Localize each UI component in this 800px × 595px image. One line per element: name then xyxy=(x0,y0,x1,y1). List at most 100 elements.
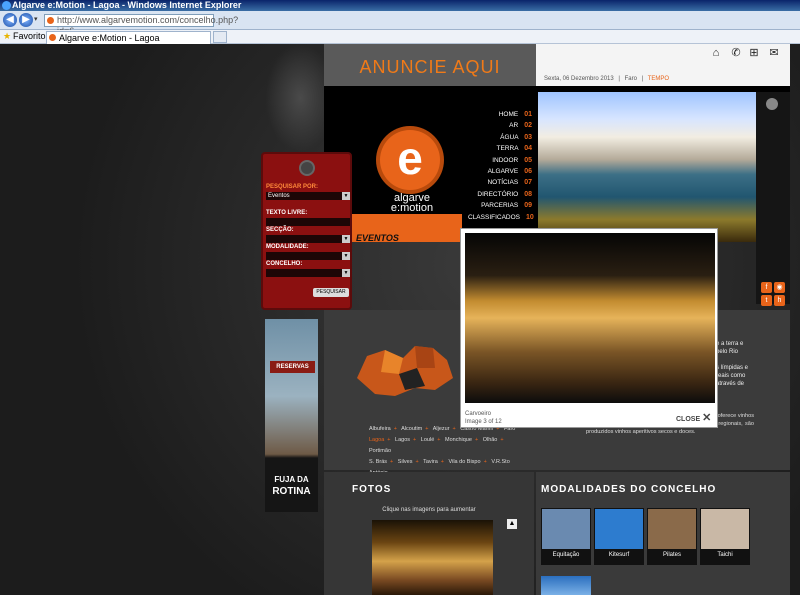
modality-image xyxy=(648,509,696,549)
modality-image xyxy=(701,509,749,549)
modality-card[interactable]: Kitesurf xyxy=(594,508,644,565)
main-menu: HOME 01 AR 02 ÁGUA 03 TERRA 04 INDOOR 05… xyxy=(468,109,534,223)
modality-image xyxy=(542,509,590,549)
council-link[interactable]: Silves xyxy=(398,459,413,465)
council-link[interactable]: Tavira xyxy=(423,459,438,465)
modality-card[interactable] xyxy=(541,576,591,595)
hi5-icon[interactable]: h xyxy=(774,295,785,306)
council-link[interactable]: Loulé xyxy=(421,437,434,443)
photos-hint: Clique nas imagens para aumentar xyxy=(382,507,476,513)
browser-tab[interactable]: Algarve e:Motion - Lagoa xyxy=(46,31,211,44)
facebook-icon[interactable]: f xyxy=(761,282,772,293)
menu-item-agua[interactable]: ÁGUA 03 xyxy=(468,132,532,143)
tab-label: Algarve e:Motion - Lagoa xyxy=(59,33,160,43)
search-button[interactable]: PESQUISAR xyxy=(313,288,349,297)
lightbox-close-button[interactable]: CLOSE ✕ xyxy=(676,411,711,424)
council-description-fragments: e a terra e pelo Rio s límpidas e reais … xyxy=(716,341,749,387)
mail-icon[interactable]: ✉ xyxy=(768,47,780,59)
logo-line2: e:motion xyxy=(390,202,434,214)
ie-icon xyxy=(2,1,11,10)
menu-item-home[interactable]: HOME 01 xyxy=(468,109,532,120)
contact-icon[interactable]: ✆ xyxy=(730,47,742,59)
section-title: EVENTOS xyxy=(356,233,399,243)
favorites-row: ★ Favoritos Algarve e:Motion - Lagoa xyxy=(0,30,800,44)
modality-card[interactable]: Pilates xyxy=(647,508,697,565)
back-icon[interactable]: ◀ xyxy=(3,13,17,27)
address-bar[interactable]: http://www.algarvemotion.com/concelho.ph… xyxy=(44,14,238,36)
ad-banner-text: ANUNCIE AQUI xyxy=(359,57,501,77)
new-tab-button[interactable] xyxy=(213,31,227,43)
menu-item-directorio[interactable]: DIRECTÓRIO 08 xyxy=(468,189,532,200)
modality-label: MODALIDADE: xyxy=(266,244,309,250)
search-title: PESQUISAR POR: xyxy=(266,184,319,190)
lightbox-counter: Image 3 of 12 xyxy=(465,419,502,425)
rss-icon[interactable]: ◉ xyxy=(774,282,785,293)
council-label: CONCELHO: xyxy=(266,261,303,267)
logo-text[interactable]: algarve e:motion xyxy=(364,193,460,214)
menu-item-noticias[interactable]: NOTÍCIAS 07 xyxy=(468,177,532,188)
site-favicon-icon xyxy=(47,17,54,24)
council-link[interactable]: Olhão xyxy=(483,437,498,443)
modality-card[interactable]: Equitação xyxy=(541,508,591,565)
council-link[interactable]: Alcoutim xyxy=(401,426,422,432)
modality-image xyxy=(595,509,643,549)
council-link[interactable]: Vila do Bispo xyxy=(449,459,481,465)
free-text-label: TEXTO LIVRE: xyxy=(266,210,308,216)
algarve-map[interactable] xyxy=(355,338,455,408)
modality-label: Equitação xyxy=(552,552,580,558)
ad-banner[interactable]: ANUNCIE AQUI xyxy=(324,44,536,86)
reservas-slogan: FUJA DA ROTINA xyxy=(272,475,311,497)
lightbox-title: Carvoeiro xyxy=(465,411,492,417)
forward-icon[interactable]: ▶ xyxy=(19,13,33,27)
favorites-label[interactable]: Favoritos xyxy=(13,30,50,43)
search-type-select[interactable]: Eventos ▼ xyxy=(266,192,350,200)
current-location: Faro xyxy=(624,76,637,82)
council-link[interactable]: Aljezur xyxy=(433,426,450,432)
scroll-up-button[interactable]: ▲ xyxy=(507,519,517,529)
council-select[interactable]: ▼ xyxy=(266,269,350,277)
tag-hole-icon xyxy=(299,160,315,176)
menu-item-terra[interactable]: TERRA 04 xyxy=(468,143,532,154)
council-link-active[interactable]: Lagoa xyxy=(369,437,384,443)
menu-item-algarve[interactable]: ALGARVE 06 xyxy=(468,166,532,177)
modality-label: Taichi xyxy=(717,552,733,558)
menu-item-indoor[interactable]: INDOOR 05 xyxy=(468,155,532,166)
hero-photo xyxy=(538,92,756,242)
lightbox-image[interactable] xyxy=(465,233,715,403)
chevron-down-icon: ▼ xyxy=(342,252,350,260)
window-title-bar: Algarve e:Motion - Lagoa - Windows Inter… xyxy=(0,0,800,11)
council-link[interactable]: S. Brás xyxy=(369,459,387,465)
seal-icon xyxy=(766,98,778,110)
council-link[interactable]: Portimão xyxy=(369,448,391,454)
menu-item-classificados[interactable]: CLASSIFICADOS 10 xyxy=(468,212,534,223)
council-link[interactable]: Monchique xyxy=(445,437,472,443)
menu-item-parcerias[interactable]: PARCERIAS 09 xyxy=(468,200,532,211)
modality-label: Pilates xyxy=(662,552,681,558)
map-region[interactable] xyxy=(415,346,435,368)
council-links: Albufeira + Alcoutim + Aljezur + Castro Mar… xyxy=(369,424,529,479)
modality-select[interactable]: ▼ xyxy=(266,252,350,260)
tab-favicon-icon xyxy=(49,34,56,41)
section-label: SECÇÃO: xyxy=(266,227,294,233)
chevron-down-icon: ▼ xyxy=(342,269,350,277)
twitter-icon[interactable]: t xyxy=(761,295,772,306)
home-icon[interactable]: ⌂ xyxy=(710,47,722,59)
photo-thumbnail[interactable] xyxy=(372,520,493,595)
history-dropdown-icon[interactable]: ▾ xyxy=(34,15,38,23)
modality-label: Kitesurf xyxy=(608,552,630,558)
council-link[interactable]: Albufeira xyxy=(369,426,391,432)
weather-link[interactable]: TEMPO xyxy=(648,76,669,82)
chevron-down-icon: ▼ xyxy=(342,235,350,243)
menu-item-ar[interactable]: AR 02 xyxy=(468,120,532,131)
search-panel: PESQUISAR POR: Eventos ▼ TEXTO LIVRE: SEC… xyxy=(261,152,352,310)
address-row: ◀ ▶ ▾ http://www.algarvemotion.com/conce… xyxy=(0,11,800,36)
favorites-star-icon: ★ xyxy=(3,31,12,41)
logo-letter[interactable]: e xyxy=(380,130,440,190)
reservas-sign[interactable]: RESERVAS xyxy=(270,361,315,373)
council-link[interactable]: Lagos xyxy=(395,437,410,443)
sitemap-icon[interactable]: ⊞ xyxy=(748,47,760,59)
chevron-down-icon: ▼ xyxy=(342,192,350,200)
section-select[interactable]: ▼ xyxy=(266,235,350,243)
free-text-input[interactable] xyxy=(266,218,350,226)
modality-card[interactable]: Taichi xyxy=(700,508,750,565)
